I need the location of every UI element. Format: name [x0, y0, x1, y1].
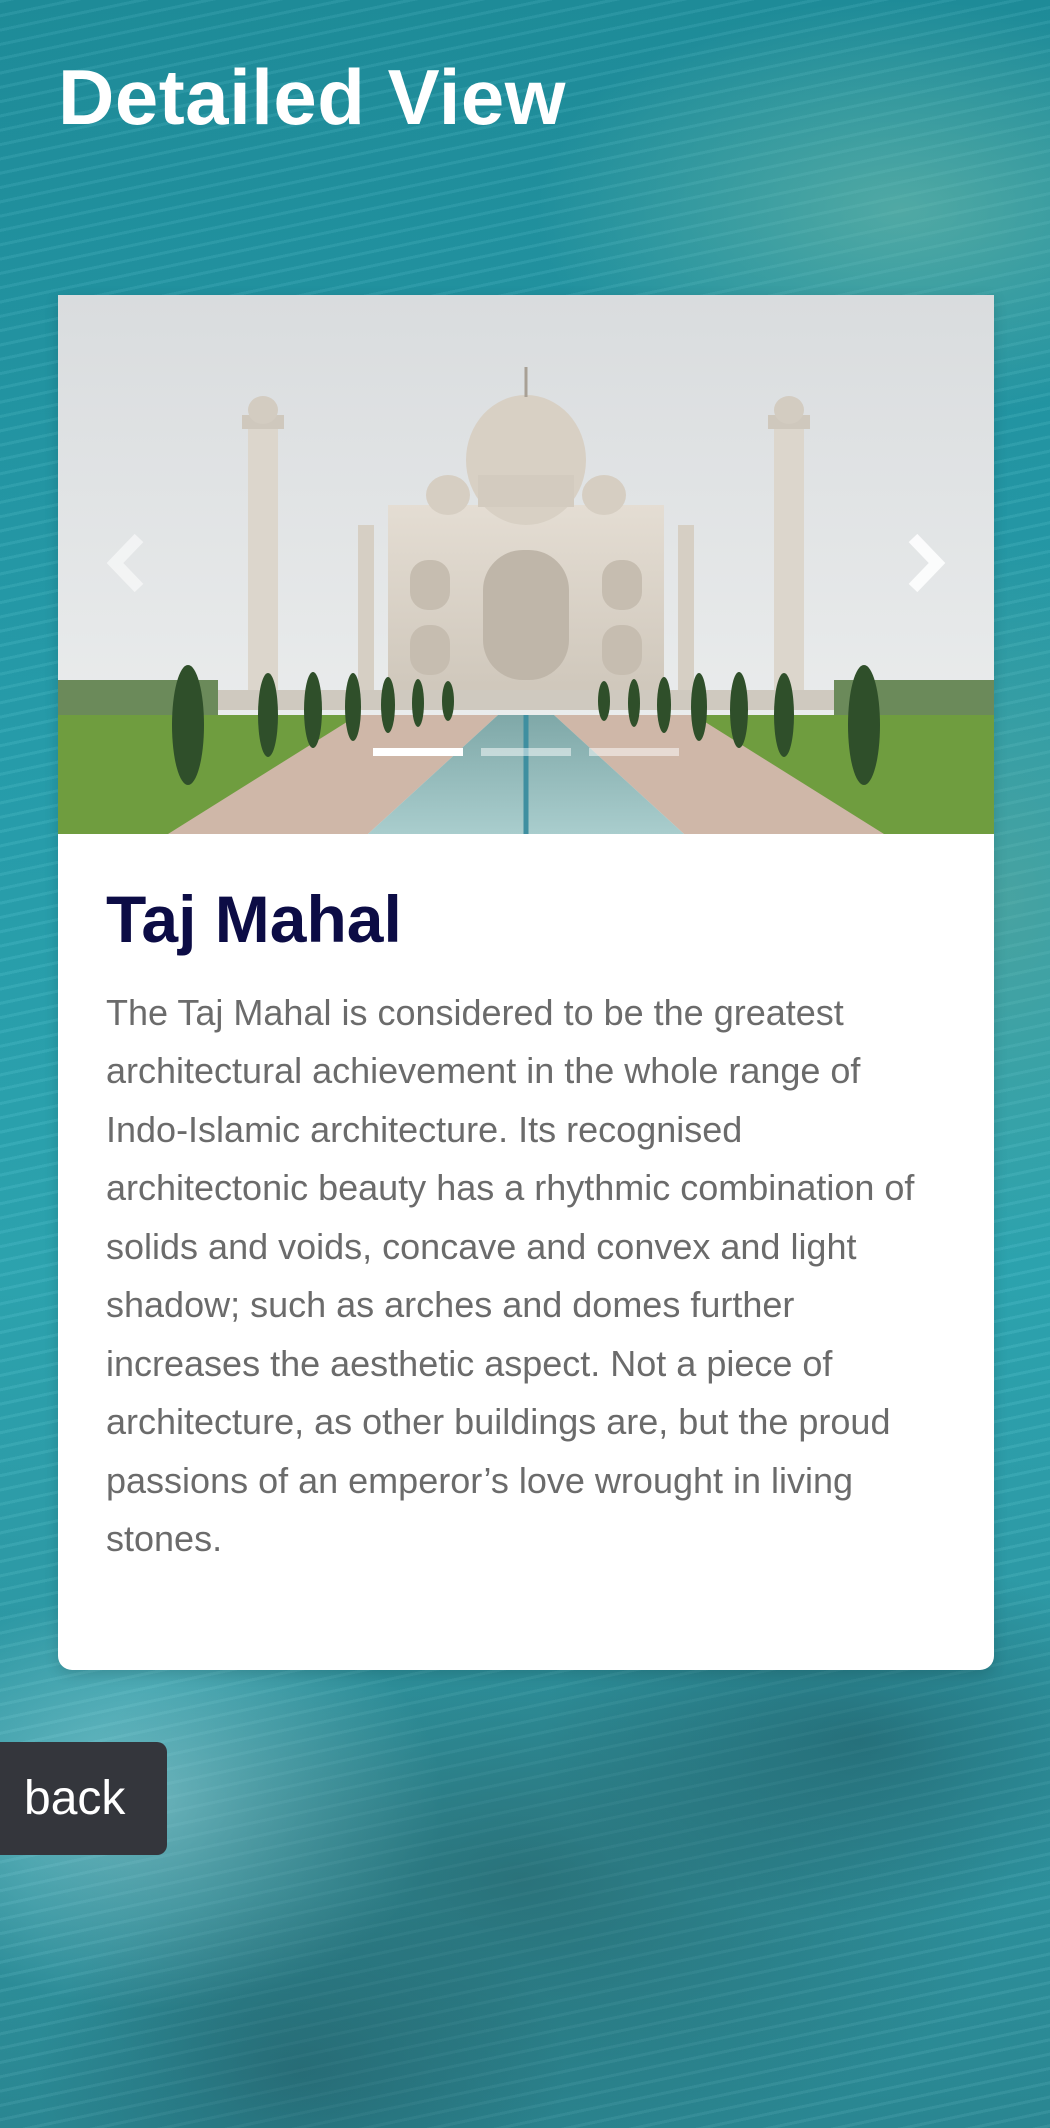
carousel-prev-button[interactable] — [103, 530, 153, 596]
chevron-right-icon — [908, 533, 946, 593]
chevron-left-icon — [106, 533, 144, 593]
carousel-next-button[interactable] — [899, 530, 949, 596]
card-body: Taj Mahal The Taj Mahal is considered to… — [58, 834, 994, 1569]
carousel-indicators — [58, 748, 994, 756]
carousel-indicator-2[interactable] — [481, 748, 571, 756]
carousel-indicator-1[interactable] — [373, 748, 463, 756]
place-title: Taj Mahal — [106, 882, 402, 956]
back-button[interactable]: back — [0, 1742, 167, 1855]
place-card: Taj Mahal The Taj Mahal is considered to… — [58, 295, 994, 1670]
image-carousel[interactable] — [58, 295, 994, 834]
carousel-indicator-3[interactable] — [589, 748, 679, 756]
page-title: Detailed View — [58, 53, 566, 141]
place-description: The Taj Mahal is considered to be the gr… — [106, 991, 915, 1560]
